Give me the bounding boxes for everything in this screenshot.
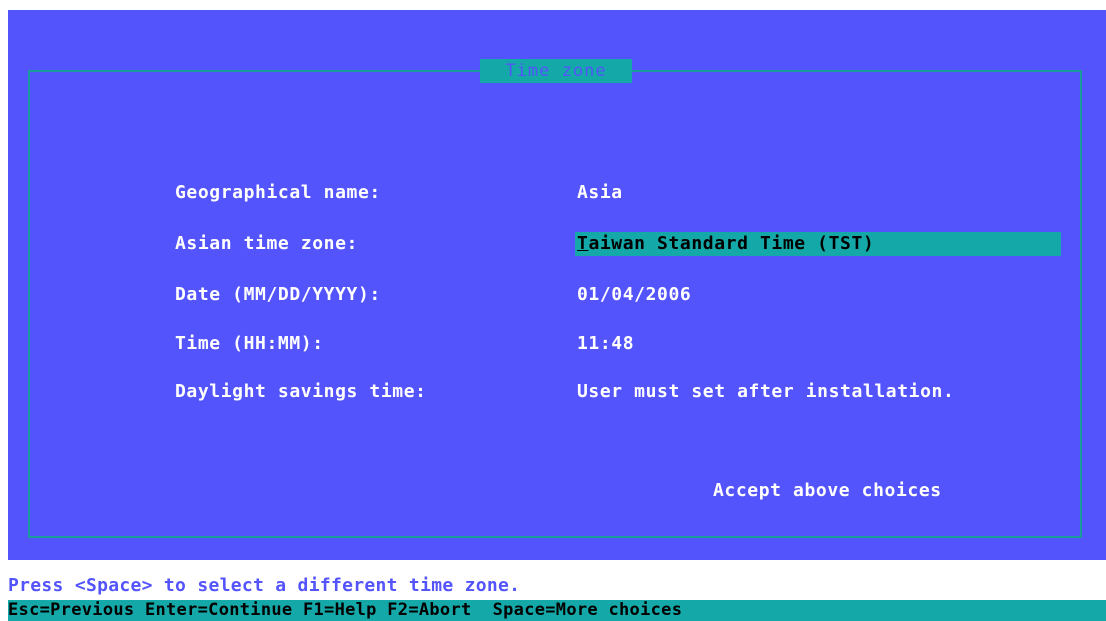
daylight-savings-label: Daylight savings time: xyxy=(175,381,427,402)
time-label: Time (HH:MM): xyxy=(175,333,324,354)
help-text: Press <Space> to select a different time… xyxy=(8,575,521,596)
geographical-name-label: Geographical name: xyxy=(175,182,381,203)
date-value[interactable]: 01/04/2006 xyxy=(577,283,691,307)
accept-choices-button[interactable]: Accept above choices xyxy=(713,479,942,503)
time-zone-value: aiwan Standard Time (TST) xyxy=(588,233,875,254)
time-zone-label: Asian time zone: xyxy=(175,233,358,254)
geographical-name-value[interactable]: Asia xyxy=(577,181,623,205)
time-zone-selector[interactable]: Taiwan Standard Time (TST) xyxy=(575,232,1061,256)
date-label: Date (MM/DD/YYYY): xyxy=(175,284,381,305)
dialog-title: Time zone xyxy=(480,59,632,83)
time-value[interactable]: 11:48 xyxy=(577,332,634,356)
installer-screen: Time zone Geographical name: Asia Asian … xyxy=(0,0,1106,621)
function-key-bar: Esc=Previous Enter=Continue F1=Help F2=A… xyxy=(8,600,1106,621)
daylight-savings-value: User must set after installation. xyxy=(577,381,955,402)
time-zone-hotkey-char: T xyxy=(577,233,589,254)
